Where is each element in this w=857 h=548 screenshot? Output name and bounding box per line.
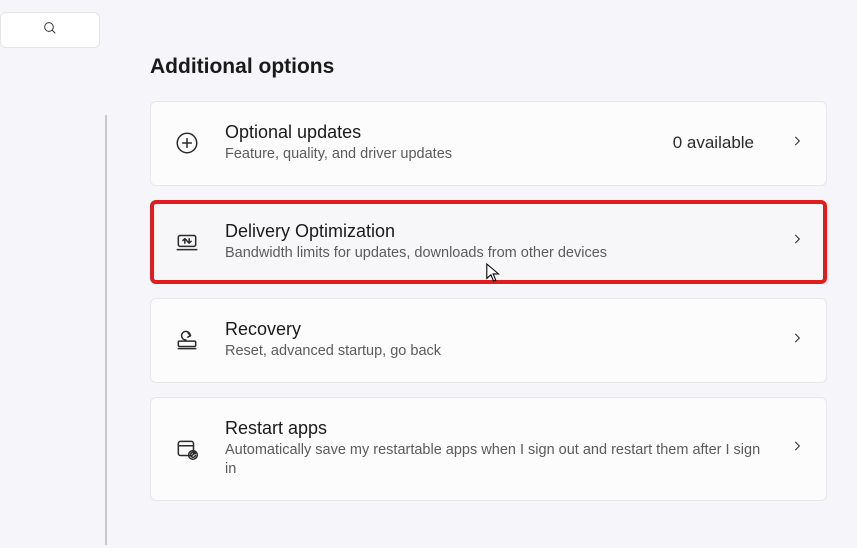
card-text: Restart apps Automatically save my resta… <box>225 418 766 480</box>
sidebar-divider <box>105 115 107 545</box>
restart-apps-icon <box>173 435 201 463</box>
optional-updates-card[interactable]: Optional updates Feature, quality, and d… <box>150 101 827 186</box>
card-description: Bandwidth limits for updates, downloads … <box>225 244 766 264</box>
chevron-right-icon <box>790 134 804 153</box>
card-description: Feature, quality, and driver updates <box>225 145 649 165</box>
plus-circle-icon <box>173 129 201 157</box>
delivery-optimization-icon <box>173 228 201 256</box>
recovery-card[interactable]: Recovery Reset, advanced startup, go bac… <box>150 298 827 383</box>
card-title: Restart apps <box>225 418 766 439</box>
search-box[interactable] <box>0 12 100 48</box>
card-text: Delivery Optimization Bandwidth limits f… <box>225 221 766 264</box>
card-title: Recovery <box>225 319 766 340</box>
available-count: 0 available <box>673 133 754 153</box>
card-title: Delivery Optimization <box>225 221 766 242</box>
card-description: Reset, advanced startup, go back <box>225 342 766 362</box>
card-text: Recovery Reset, advanced startup, go bac… <box>225 319 766 362</box>
restart-apps-card[interactable]: Restart apps Automatically save my resta… <box>150 397 827 501</box>
content-area: Additional options Optional updates Feat… <box>150 55 827 515</box>
chevron-right-icon <box>790 232 804 251</box>
section-title: Additional options <box>150 55 827 79</box>
search-icon <box>42 20 58 41</box>
chevron-right-icon <box>790 331 804 350</box>
delivery-optimization-card[interactable]: Delivery Optimization Bandwidth limits f… <box>150 200 827 285</box>
card-text: Optional updates Feature, quality, and d… <box>225 122 649 165</box>
chevron-right-icon <box>790 439 804 458</box>
card-description: Automatically save my restartable apps w… <box>225 441 766 480</box>
card-title: Optional updates <box>225 122 649 143</box>
recovery-icon <box>173 326 201 354</box>
